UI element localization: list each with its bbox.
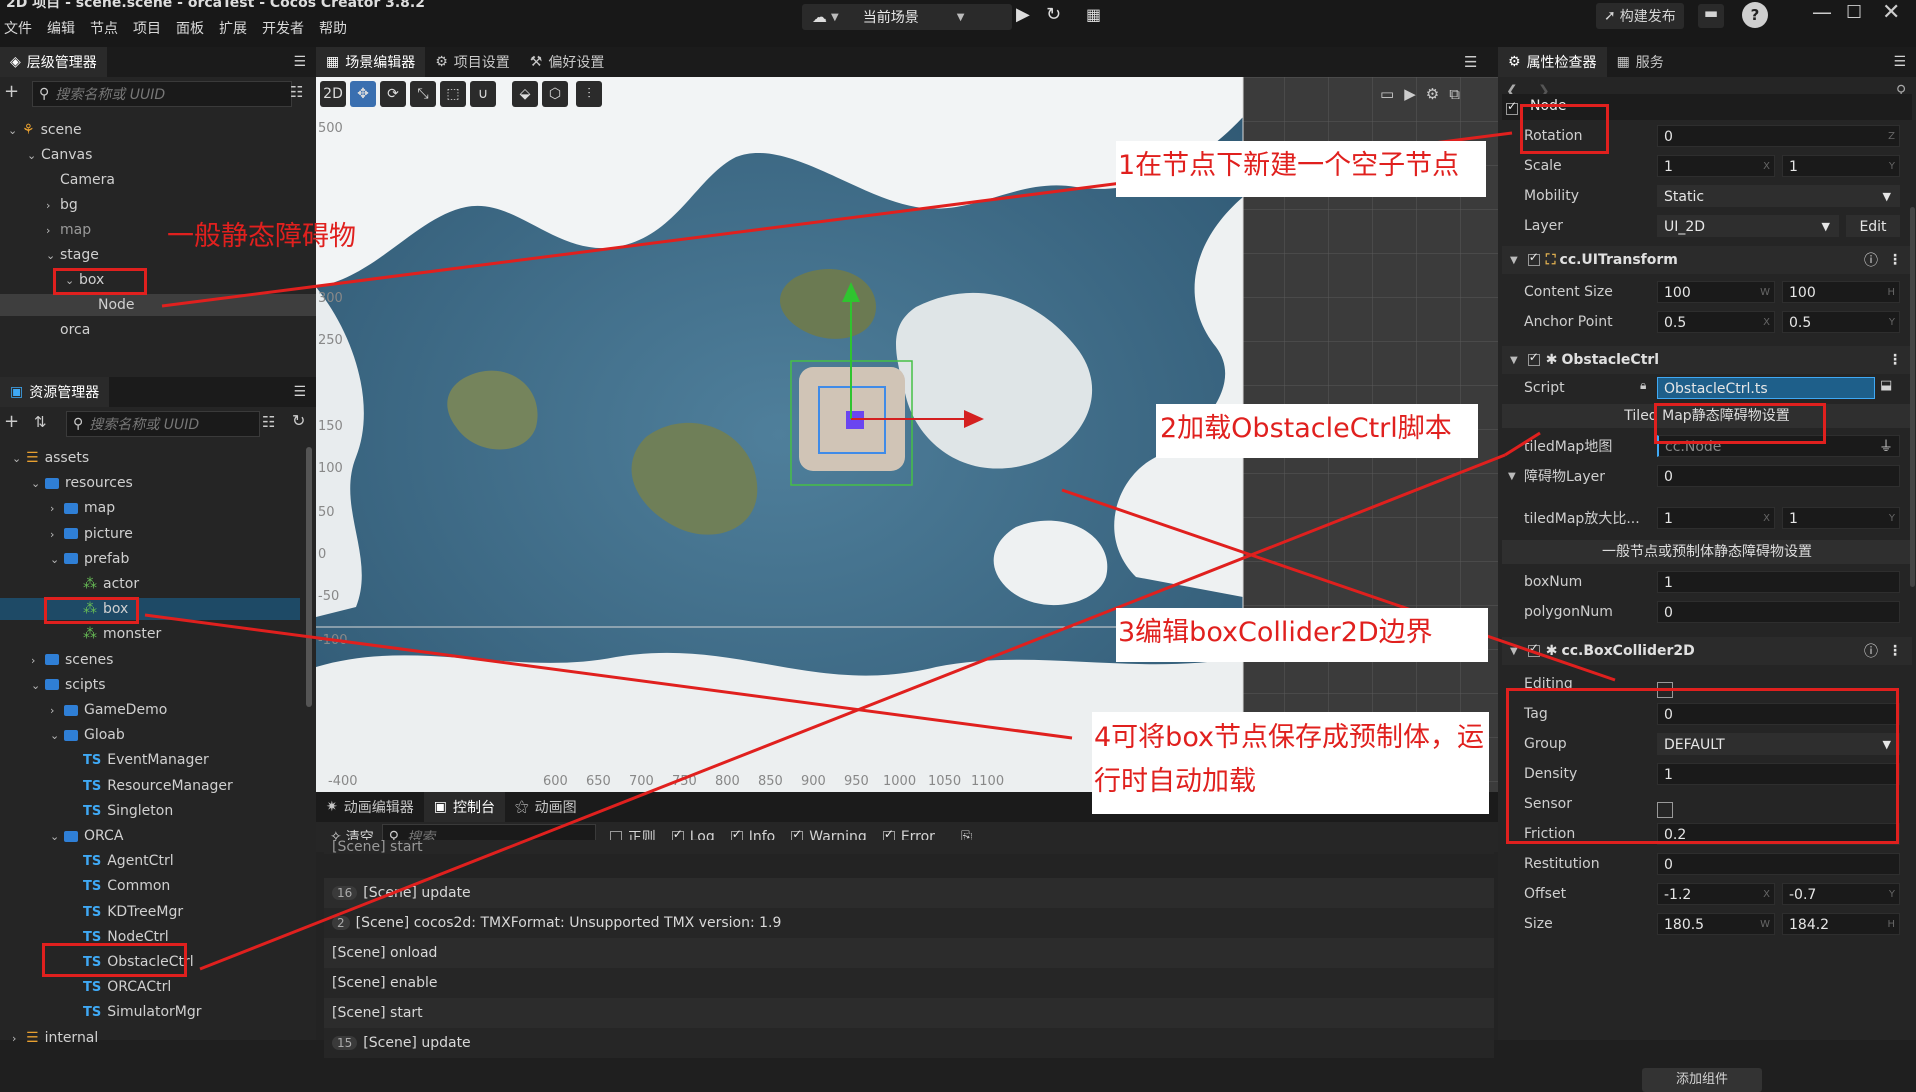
annotation-arrows: [144, 131, 1616, 971]
annotation-step4-line2: 行时自动加载: [1094, 766, 1256, 797]
annotation-step2: 2加载ObstacleCtrl脚本: [1156, 404, 1478, 458]
highlight-box-node: [53, 268, 147, 295]
highlight-obstaclectrl: [42, 943, 187, 977]
annotation-step4-line1: 4可将box节点保存成预制体，运: [1094, 722, 1484, 753]
highlight-node-name: [1520, 104, 1609, 154]
highlight-box-prefab: [44, 597, 139, 624]
highlight-script: [1654, 403, 1826, 444]
annotation-step3: 3编辑boxCollider2D边界: [1116, 608, 1488, 662]
annotation-static-obstacle: 一般静态障碍物: [167, 221, 356, 252]
annotation-step1: 1在节点下新建一个空子节点: [1116, 141, 1486, 197]
highlight-collider: [1506, 688, 1899, 844]
add-component-button[interactable]: 添加组件: [1642, 1068, 1762, 1092]
annotation-step4: 4可将box节点保存成预制体，运 行时自动加载: [1092, 712, 1489, 814]
